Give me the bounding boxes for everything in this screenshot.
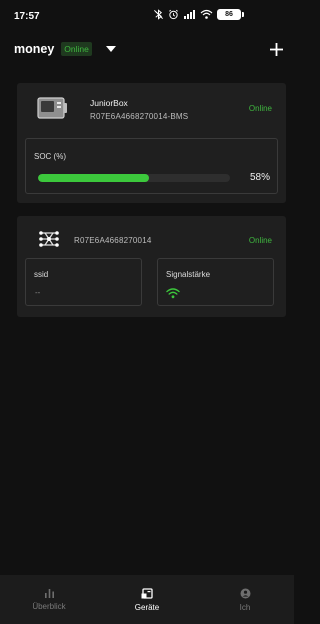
profile-icon: [240, 588, 250, 598]
device-serial: R07E6A4668270014: [74, 236, 152, 245]
soc-progress-bar: [38, 174, 230, 182]
app-screen: 17:57 86 money Online JuniorBox R07E6A46…: [0, 0, 294, 624]
battery-icon: 86: [217, 9, 244, 20]
nav-devices[interactable]: Geräte: [98, 575, 196, 624]
battery-level: 86: [217, 9, 241, 20]
nav-me[interactable]: Ich: [196, 575, 294, 624]
alarm-icon: [168, 9, 179, 20]
network-hub-icon: [37, 229, 61, 254]
ssid-label: ssid: [34, 270, 49, 279]
device-header: JuniorBox R07E6A4668270014-BMS Online: [17, 83, 286, 135]
cell-signal-icon: [183, 9, 196, 20]
bottom-nav: Überblick Geräte Ich: [0, 575, 294, 624]
signal-panel: Signalstärke: [157, 258, 274, 306]
devices-icon: [141, 587, 153, 599]
system-icons: 86: [153, 9, 244, 20]
wifi-icon: [166, 286, 180, 304]
site-status-badge: Online: [61, 42, 92, 56]
device-serial: R07E6A4668270014-BMS: [90, 112, 189, 121]
plus-icon: [269, 42, 283, 56]
nav-devices-label: Geräte: [134, 602, 160, 612]
device-status: Online: [248, 104, 272, 113]
soc-progress-fill: [38, 174, 150, 182]
chart-icon: [44, 589, 54, 598]
header: money Online: [0, 36, 294, 62]
ssid-value: --: [35, 288, 41, 297]
nav-overview-label: Überblick: [32, 602, 66, 611]
site-dropdown-icon[interactable]: [105, 46, 116, 52]
nav-overview[interactable]: Überblick: [0, 575, 98, 624]
ssid-panel: ssid --: [25, 258, 142, 306]
wifi-status-icon: [200, 9, 213, 20]
add-device-button[interactable]: [268, 36, 284, 62]
battery-box-icon: [37, 97, 69, 124]
device-name: JuniorBox: [90, 98, 128, 108]
device-card-gateway[interactable]: R07E6A4668270014 Online ssid -- Signalst…: [17, 216, 286, 317]
nav-me-label: Ich: [239, 602, 251, 612]
soc-panel: SOC (%) 58%: [25, 138, 278, 194]
site-title[interactable]: money: [14, 42, 54, 56]
signal-label: Signalstärke: [166, 270, 211, 279]
clock: 17:57: [14, 10, 40, 22]
bluetooth-off-icon: [153, 9, 164, 20]
soc-label: SOC (%): [34, 152, 66, 161]
device-status: Online: [248, 236, 272, 245]
soc-value: 58%: [249, 172, 270, 183]
status-bar: 17:57 86: [0, 0, 294, 32]
device-card-juniorbox[interactable]: JuniorBox R07E6A4668270014-BMS Online SO…: [17, 83, 286, 203]
